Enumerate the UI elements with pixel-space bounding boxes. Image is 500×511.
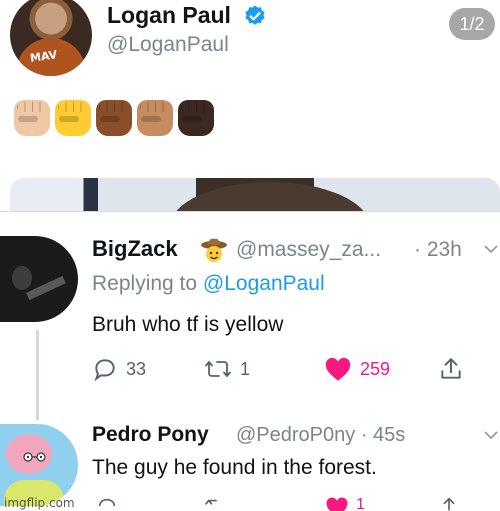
heart-filled-icon xyxy=(326,497,348,511)
like-count: 259 xyxy=(360,358,391,379)
raised-fist-icon xyxy=(137,100,173,136)
like-button[interactable]: 1 xyxy=(324,496,365,511)
avatar-face xyxy=(12,266,32,290)
author-handle[interactable]: @LoganPaul xyxy=(107,33,229,57)
avatar-arm xyxy=(26,275,66,301)
like-count: 1 xyxy=(356,496,365,511)
raised-fist-icon xyxy=(96,100,132,136)
reply-author-handle[interactable]: @PedroP0ny · 45s xyxy=(236,424,405,447)
reply-action-bar: 1 xyxy=(92,496,492,511)
reply-author-name[interactable]: Pedro Pony xyxy=(92,423,209,447)
heart-filled-icon xyxy=(325,357,351,381)
original-tweet: MAV Logan Paul @LoganPaul 1/2 xyxy=(0,0,500,212)
share-button[interactable] xyxy=(438,354,464,384)
emoji-row xyxy=(14,100,214,136)
reply-button[interactable] xyxy=(96,496,118,511)
retweet-button[interactable]: 1 xyxy=(204,354,250,384)
reply-button[interactable]: 33 xyxy=(92,354,146,384)
chevron-down-icon[interactable] xyxy=(484,244,498,254)
reply-author-handle[interactable]: @massey_za... xyxy=(236,238,381,262)
chevron-down-icon[interactable] xyxy=(484,430,498,440)
reply-text: Bruh who tf is yellow xyxy=(92,313,284,336)
author-name[interactable]: Logan Paul xyxy=(107,2,231,29)
reply-timestamp[interactable]: · 23h xyxy=(414,238,462,262)
retweet-button[interactable] xyxy=(204,496,230,511)
replying-to-line: Replying to @LoganPaul xyxy=(92,272,325,296)
like-button[interactable]: 259 xyxy=(324,354,390,384)
replying-to-label: Replying to xyxy=(92,272,198,295)
retweet-icon xyxy=(205,499,217,505)
share-button[interactable] xyxy=(438,496,460,511)
replying-to-mention[interactable]: @LoganPaul xyxy=(203,272,325,295)
retweet-icon xyxy=(205,361,231,377)
reply-text: The guy he found in the forest. xyxy=(92,456,377,479)
raised-fist-icon xyxy=(55,100,91,136)
avatar[interactable]: MAV xyxy=(10,0,92,76)
reply-action-bar: 33 1 259 xyxy=(92,354,492,384)
glasses-icon xyxy=(23,452,46,462)
watermark: imgflip.com xyxy=(4,496,75,510)
share-icon xyxy=(443,497,455,511)
comment-icon xyxy=(94,359,115,382)
raised-fist-icon xyxy=(178,100,214,136)
media-subject xyxy=(170,182,370,212)
raised-fist-icon xyxy=(14,100,50,136)
tweet-media-image[interactable] xyxy=(10,178,500,212)
share-icon xyxy=(441,358,461,379)
retweet-count: 1 xyxy=(240,358,251,379)
cowboy-emoji-icon xyxy=(201,238,227,262)
thread-connector xyxy=(36,330,39,420)
verified-badge-icon xyxy=(245,5,265,25)
media-page-counter: 1/2 xyxy=(449,8,495,40)
divider xyxy=(0,211,500,212)
comment-icon xyxy=(98,498,116,507)
reply-count: 33 xyxy=(126,358,147,379)
reply-author-name[interactable]: BigZack xyxy=(92,236,178,262)
